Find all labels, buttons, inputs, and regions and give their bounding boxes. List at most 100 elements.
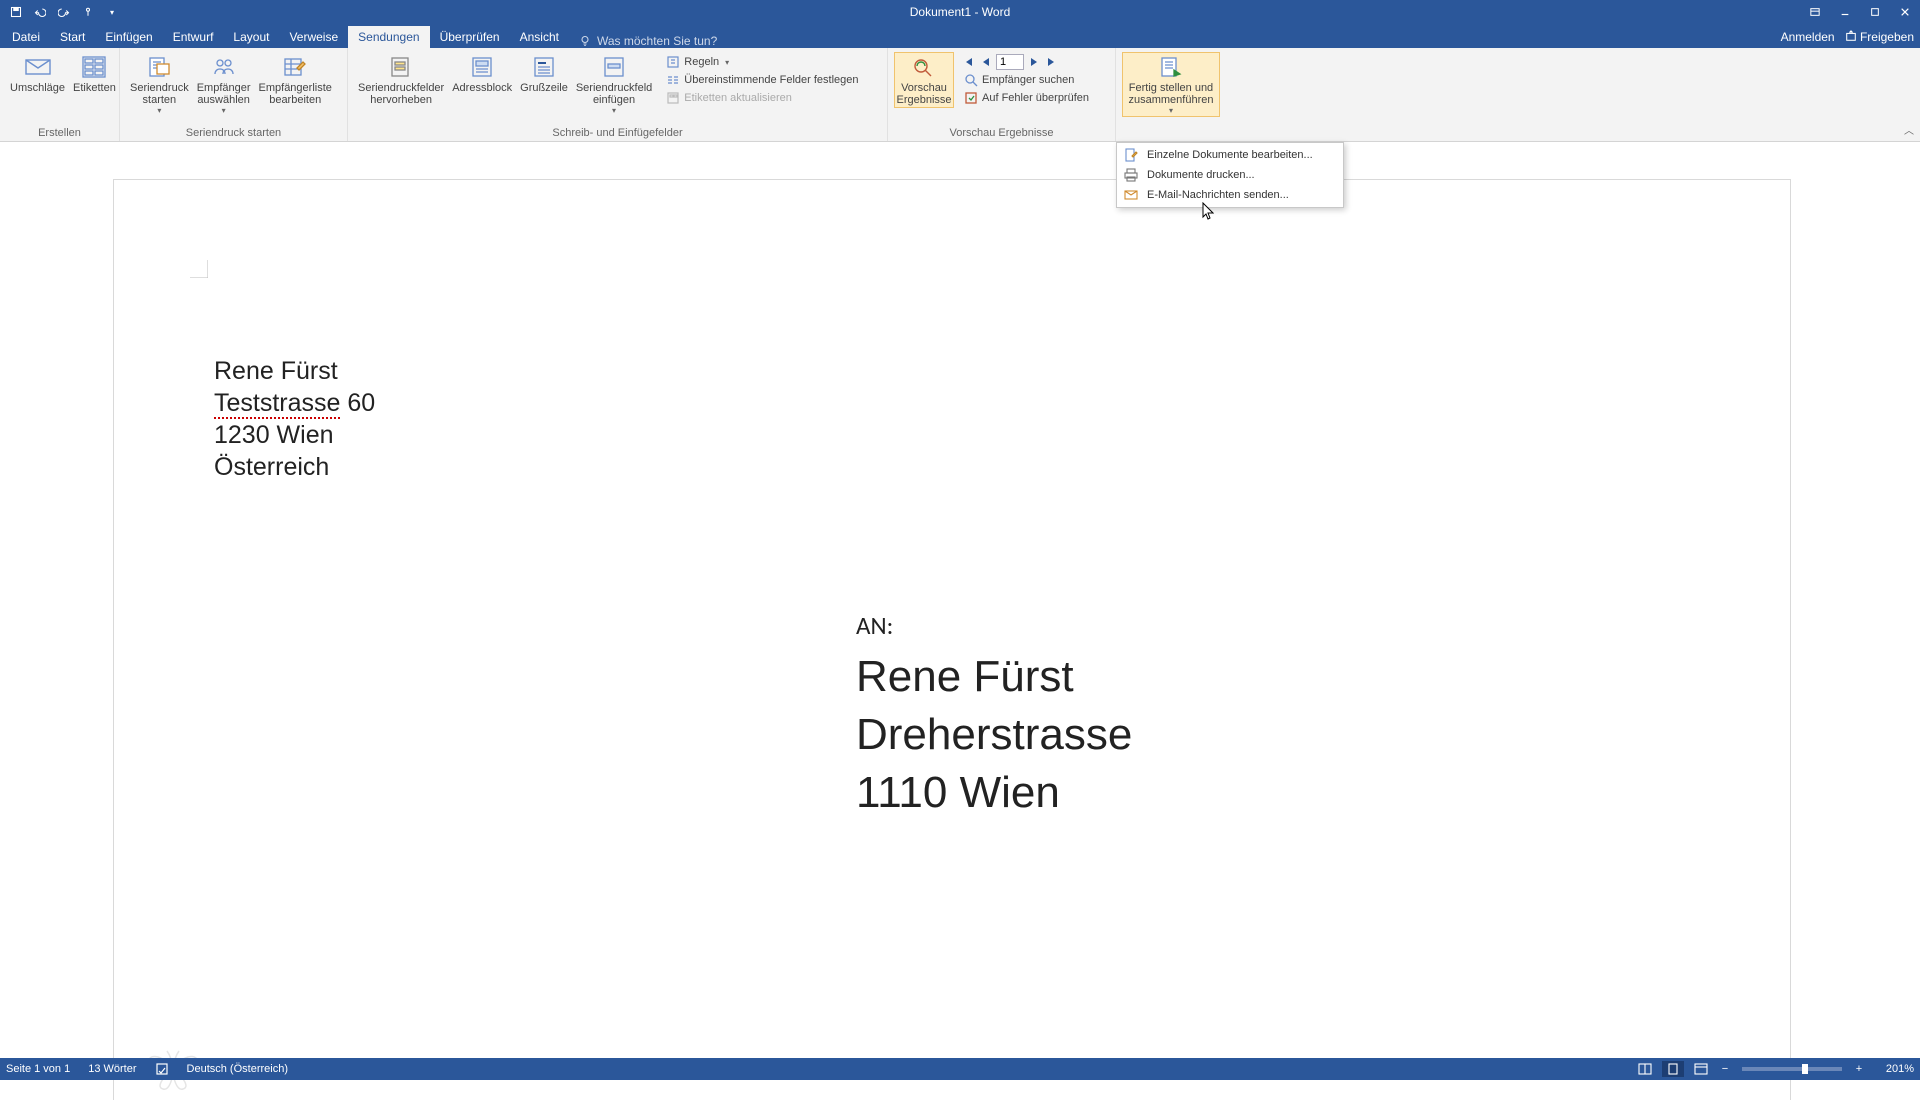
insert-merge-field-button[interactable]: Seriendruckfeld einfügen ▾ [572, 52, 656, 117]
address-block-label: Adressblock [452, 82, 512, 94]
zoom-in-button[interactable]: + [1852, 1063, 1866, 1075]
tab-file[interactable]: Datei [2, 26, 50, 48]
menu-send-email-label: E-Mail-Nachrichten senden... [1147, 189, 1289, 201]
ribbon-tabs: Datei Start Einfügen Entwurf Layout Verw… [0, 24, 1920, 48]
address-block-icon [466, 54, 498, 80]
match-fields-button[interactable]: Übereinstimmende Felder festlegen [662, 72, 862, 88]
sender-address-block[interactable]: Rene Fürst Teststrasse 60 1230 Wien Öste… [214, 355, 375, 483]
chevron-down-icon: ▾ [222, 106, 226, 115]
undo-icon[interactable] [30, 2, 50, 22]
status-page[interactable]: Seite 1 von 1 [6, 1063, 70, 1075]
record-number-input[interactable] [996, 54, 1024, 70]
edit-recipient-list-label: Empfängerliste bearbeiten [259, 82, 332, 106]
share-label: Freigeben [1860, 30, 1914, 44]
tell-me-search[interactable]: Was möchten Sie tun? [579, 34, 717, 48]
document-area: Rene Fürst Teststrasse 60 1230 Wien Öste… [0, 142, 1920, 1058]
labels-button[interactable]: Etiketten [69, 52, 120, 96]
touch-mode-icon[interactable] [78, 2, 98, 22]
last-record-button[interactable] [1044, 54, 1060, 70]
update-labels-label: Etiketten aktualisieren [684, 92, 792, 104]
next-record-button[interactable] [1026, 54, 1042, 70]
status-language[interactable]: Deutsch (Österreich) [187, 1063, 288, 1075]
start-mail-merge-button[interactable]: Seriendruck starten ▾ [126, 52, 193, 117]
check-errors-label: Auf Fehler überprüfen [982, 92, 1089, 104]
check-errors-button[interactable]: Auf Fehler überprüfen [960, 90, 1093, 106]
tab-insert[interactable]: Einfügen [95, 26, 162, 48]
redo-icon[interactable] [54, 2, 74, 22]
preview-results-button[interactable]: Vorschau Ergebnisse [894, 52, 954, 108]
share-button[interactable]: Freigeben [1845, 30, 1914, 44]
recipient-city: 1110 Wien [856, 764, 1132, 822]
group-create: Umschläge Etiketten Erstellen [0, 48, 120, 141]
share-icon [1845, 30, 1857, 42]
sign-in-link[interactable]: Anmelden [1781, 30, 1835, 44]
tab-home[interactable]: Start [50, 26, 95, 48]
greeting-line-button[interactable]: Grußzeile [516, 52, 572, 96]
tab-design[interactable]: Entwurf [163, 26, 224, 48]
recipient-address-block[interactable]: Rene Fürst Dreherstrasse 1110 Wien [856, 648, 1132, 822]
greeting-line-label: Grußzeile [520, 82, 568, 94]
prev-record-button[interactable] [978, 54, 994, 70]
close-icon[interactable] [1890, 0, 1920, 24]
printer-icon [1123, 167, 1139, 183]
minimize-icon[interactable] [1830, 0, 1860, 24]
highlight-merge-fields-label: Seriendruckfelder hervorheben [358, 82, 444, 106]
labels-icon [78, 54, 110, 80]
address-block-button[interactable]: Adressblock [448, 52, 516, 96]
save-icon[interactable] [6, 2, 26, 22]
proofing-icon [155, 1062, 169, 1076]
chevron-down-icon: ▾ [612, 106, 616, 115]
status-words[interactable]: 13 Wörter [88, 1063, 136, 1075]
rules-button[interactable]: Regeln ▾ [662, 54, 862, 70]
tab-references[interactable]: Verweise [279, 26, 348, 48]
menu-send-email[interactable]: E-Mail-Nachrichten senden... [1117, 185, 1343, 205]
finish-merge-menu: Einzelne Dokumente bearbeiten... Dokumen… [1116, 142, 1344, 208]
zoom-slider[interactable] [1742, 1067, 1842, 1071]
find-recipient-label: Empfänger suchen [982, 74, 1074, 86]
zoom-slider-thumb[interactable] [1802, 1064, 1808, 1074]
web-layout-button[interactable] [1690, 1061, 1712, 1077]
lightbulb-icon [579, 35, 591, 47]
menu-print-documents[interactable]: Dokumente drucken... [1117, 165, 1343, 185]
tab-layout[interactable]: Layout [223, 26, 279, 48]
menu-print-documents-label: Dokumente drucken... [1147, 169, 1255, 181]
tab-mailings[interactable]: Sendungen [348, 26, 429, 48]
qat-dropdown-icon[interactable]: ▾ [102, 2, 122, 22]
zoom-level[interactable]: 201% [1872, 1063, 1914, 1075]
read-mode-button[interactable] [1634, 1061, 1656, 1077]
edit-list-icon [279, 54, 311, 80]
ribbon: Umschläge Etiketten Erstellen Seriendruc… [0, 48, 1920, 142]
tab-review[interactable]: Überprüfen [430, 26, 510, 48]
rules-icon [666, 55, 680, 69]
tab-view[interactable]: Ansicht [510, 26, 569, 48]
collapse-ribbon-icon[interactable]: ︿ [1904, 122, 1914, 137]
maximize-icon[interactable] [1860, 0, 1890, 24]
find-recipient-button[interactable]: Empfänger suchen [960, 72, 1093, 88]
group-write-insert-fields: Seriendruckfelder hervorheben Adressbloc… [348, 48, 888, 141]
zoom-out-button[interactable]: − [1718, 1063, 1732, 1075]
menu-edit-individual-docs[interactable]: Einzelne Dokumente bearbeiten... [1117, 145, 1343, 165]
group-finish: Fertig stellen und zusammenführen ▾ Einz… [1116, 48, 1226, 141]
preview-results-label: Vorschau Ergebnisse [896, 82, 951, 106]
highlight-merge-fields-button[interactable]: Seriendruckfelder hervorheben [354, 52, 448, 108]
status-proofing[interactable] [155, 1062, 169, 1076]
search-icon [964, 73, 978, 87]
document-page[interactable]: Rene Fürst Teststrasse 60 1230 Wien Öste… [114, 180, 1790, 1100]
update-labels-icon [666, 91, 680, 105]
status-bar: Seite 1 von 1 13 Wörter Deutsch (Österre… [0, 1058, 1920, 1080]
greeting-icon [528, 54, 560, 80]
match-fields-label: Übereinstimmende Felder festlegen [684, 74, 858, 86]
select-recipients-button[interactable]: Empfänger auswählen ▾ [193, 52, 255, 117]
chevron-down-icon: ▾ [725, 58, 729, 67]
insert-merge-field-label: Seriendruckfeld einfügen [576, 82, 652, 106]
group-start-mail-merge: Seriendruck starten ▾ Empfänger auswähle… [120, 48, 348, 141]
first-record-button[interactable] [960, 54, 976, 70]
group-create-label: Erstellen [0, 125, 119, 141]
labels-label: Etiketten [73, 82, 116, 94]
recipients-icon [208, 54, 240, 80]
finish-merge-button[interactable]: Fertig stellen und zusammenführen ▾ [1122, 52, 1220, 117]
print-layout-button[interactable] [1662, 1061, 1684, 1077]
ribbon-display-options-icon[interactable] [1800, 0, 1830, 24]
edit-recipient-list-button[interactable]: Empfängerliste bearbeiten [255, 52, 336, 108]
envelopes-button[interactable]: Umschläge [6, 52, 69, 96]
